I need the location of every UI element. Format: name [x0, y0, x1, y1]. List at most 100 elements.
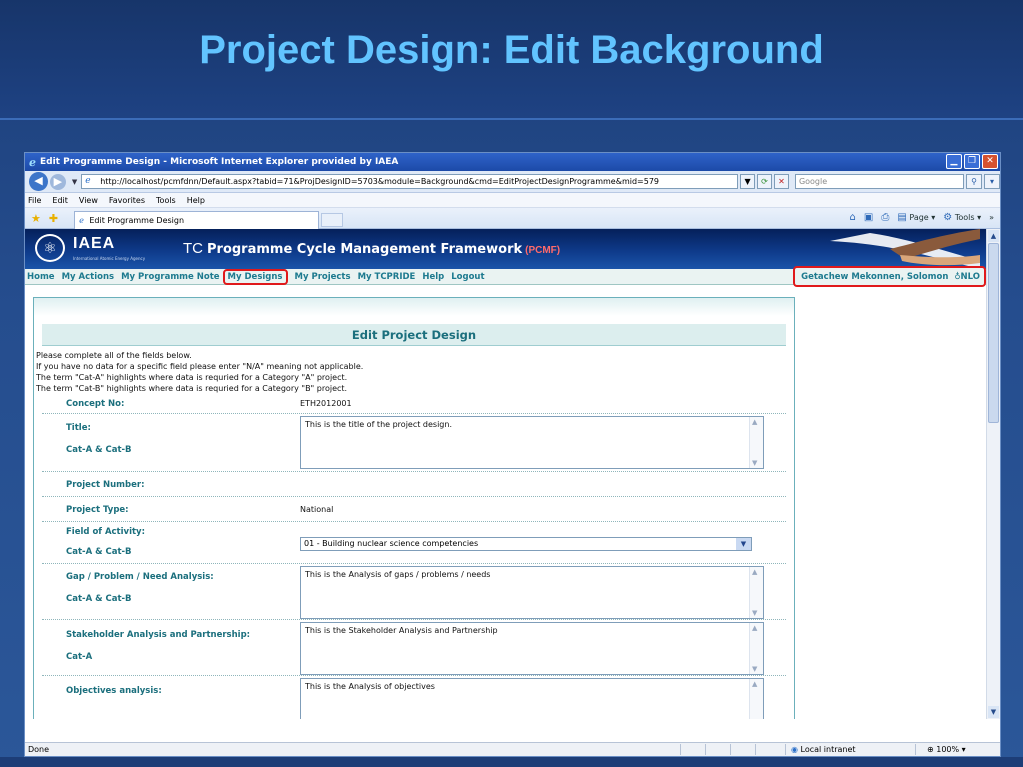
- nav-home[interactable]: Home: [27, 272, 55, 282]
- instruction-line: Please complete all of the fields below.: [36, 351, 192, 360]
- home-icon[interactable]: ⌂: [850, 212, 856, 223]
- add-favorites-icon[interactable]: ✚: [49, 212, 58, 225]
- textarea-scrollbar[interactable]: ▲▼: [749, 679, 763, 719]
- row-concept-no: Concept No: ETH2012001: [42, 394, 786, 414]
- concept-no-label: Concept No:: [66, 399, 125, 409]
- title-category: Cat-A & Cat-B: [66, 445, 132, 455]
- zoom-control[interactable]: ⊕ 100% ▾: [927, 743, 966, 756]
- concept-no-value: ETH2012001: [300, 399, 352, 408]
- page-menu-label: Page: [909, 213, 929, 222]
- field-of-activity-select[interactable]: 01 - Building nuclear science competenci…: [300, 537, 752, 551]
- row-project-number: Project Number:: [42, 472, 786, 497]
- security-zone: ◉ Local intranet: [791, 743, 856, 756]
- close-window-button[interactable]: ✕: [982, 154, 998, 169]
- history-dropdown-icon[interactable]: ▼: [72, 178, 77, 186]
- panel-top-shade: [34, 298, 794, 316]
- search-input[interactable]: Google: [794, 174, 965, 189]
- gap-analysis-value: This is the Analysis of gaps / problems …: [305, 570, 491, 579]
- field-of-activity-label: Field of Activity:: [66, 527, 145, 537]
- slide-bottom-band: [0, 757, 1023, 767]
- nav-my-actions[interactable]: My Actions: [62, 272, 115, 282]
- forward-button[interactable]: ▶: [49, 173, 66, 190]
- tab-edit-programme-design[interactable]: ℯ Edit Programme Design: [74, 210, 320, 229]
- page-scrollbar[interactable]: ▲ ▼: [986, 229, 1000, 719]
- menu-bar: File Edit View Favorites Tools Help: [25, 193, 1000, 208]
- refresh-button[interactable]: ⟳: [757, 174, 772, 189]
- textarea-scrollbar[interactable]: ▲▼: [749, 417, 763, 468]
- minimize-button[interactable]: ▁: [946, 154, 962, 169]
- globe-icon: ◉: [791, 745, 798, 754]
- nav-help[interactable]: Help: [422, 272, 444, 282]
- nav-my-designs[interactable]: My Designs: [222, 268, 288, 285]
- form-instructions: Please complete all of the fields below.…: [34, 350, 786, 394]
- search-icon[interactable]: ⚲: [966, 174, 983, 189]
- scrollbar-thumb[interactable]: [988, 243, 999, 423]
- page-menu-button[interactable]: ▤ Page ▾: [897, 212, 935, 223]
- menu-tools[interactable]: Tools: [156, 196, 176, 205]
- restore-button[interactable]: ❐: [964, 154, 980, 169]
- edit-project-design-panel: Edit Project Design Please complete all …: [33, 297, 795, 719]
- status-text: Done: [28, 745, 50, 754]
- instruction-line: The term "Cat-A" highlights where data i…: [36, 373, 348, 382]
- project-type-label: Project Type:: [66, 505, 129, 515]
- objectives-analysis-textarea[interactable]: This is the Analysis of objectives ▲▼: [300, 678, 764, 719]
- menu-favorites[interactable]: Favorites: [109, 196, 145, 205]
- favorites-star-icon[interactable]: ★: [31, 212, 41, 225]
- window-titlebar: ℯ Edit Programme Design - Microsoft Inte…: [25, 153, 1000, 171]
- page-viewport: ⚛ IAEA International Atomic Energy Agenc…: [25, 229, 1000, 719]
- address-input[interactable]: ℯ http://localhost/pcmfdnn/Default.aspx?…: [81, 174, 739, 189]
- back-button[interactable]: ◀: [29, 172, 48, 191]
- scroll-down-icon[interactable]: ▼: [988, 706, 999, 718]
- scroll-up-icon[interactable]: ▲: [988, 230, 999, 242]
- instruction-line: If you have no data for a specific field…: [36, 362, 364, 371]
- stakeholder-analysis-textarea[interactable]: This is the Stakeholder Analysis and Par…: [300, 622, 764, 675]
- nav-logout[interactable]: Logout: [451, 272, 484, 282]
- textarea-scrollbar[interactable]: ▲▼: [749, 623, 763, 674]
- stakeholder-analysis-category: Cat-A: [66, 652, 93, 662]
- new-tab-button[interactable]: [321, 213, 344, 227]
- row-gap-analysis: Gap / Problem / Need Analysis: Cat-A & C…: [42, 564, 786, 620]
- status-divider: [730, 744, 731, 755]
- feeds-icon[interactable]: ▣: [864, 212, 873, 223]
- gap-analysis-category: Cat-A & Cat-B: [66, 594, 132, 604]
- nav-my-programme-note[interactable]: My Programme Note: [121, 272, 219, 282]
- app-title-main: Programme Cycle Management Framework: [207, 242, 523, 257]
- status-divider: [680, 744, 681, 755]
- row-stakeholder-analysis: Stakeholder Analysis and Partnership: Ca…: [42, 620, 786, 676]
- stop-button[interactable]: ✕: [774, 174, 789, 189]
- title-label: Title:: [66, 423, 91, 433]
- page-icon: ℯ: [85, 176, 91, 186]
- title-textarea[interactable]: This is the title of the project design.…: [300, 416, 764, 469]
- tab-bar: ★ ✚ ℯ Edit Programme Design ⌂ ▣ ⎙ ▤ Page…: [25, 208, 1000, 229]
- current-user[interactable]: Getachew Mekonnen, Solomon ♁NLO: [793, 266, 986, 287]
- gap-analysis-textarea[interactable]: This is the Analysis of gaps / problems …: [300, 566, 764, 619]
- nav-my-projects[interactable]: My Projects: [295, 272, 351, 282]
- objectives-analysis-value: This is the Analysis of objectives: [305, 682, 435, 691]
- site-nav: Home My Actions My Programme Note My Des…: [25, 266, 1000, 287]
- command-bar: ⌂ ▣ ⎙ ▤ Page ▾ ⚙ Tools ▾ »: [850, 212, 994, 223]
- menu-view[interactable]: View: [79, 196, 98, 205]
- title-value: This is the title of the project design.: [305, 420, 452, 429]
- menu-edit[interactable]: Edit: [52, 196, 68, 205]
- row-title: Title: Cat-A & Cat-B This is the title o…: [42, 414, 786, 472]
- user-role: NLO: [960, 272, 980, 282]
- search-options-button[interactable]: ▾: [984, 174, 1000, 189]
- tab-page-icon: ℯ: [79, 215, 84, 225]
- textarea-scrollbar[interactable]: ▲▼: [749, 567, 763, 618]
- user-name: Getachew Mekonnen, Solomon: [801, 272, 949, 282]
- address-dropdown-button[interactable]: ▼: [740, 174, 756, 189]
- print-icon[interactable]: ⎙: [881, 212, 889, 223]
- menu-help[interactable]: Help: [187, 196, 205, 205]
- project-number-label: Project Number:: [66, 480, 145, 490]
- form-heading: Edit Project Design: [42, 324, 786, 346]
- toolbar-overflow-icon[interactable]: »: [989, 213, 994, 222]
- row-objectives-analysis: Objectives analysis: This is the Analysi…: [42, 676, 786, 719]
- chevron-down-icon[interactable]: ▼: [736, 538, 751, 550]
- row-project-type: Project Type: National: [42, 497, 786, 522]
- address-url: http://localhost/pcmfdnn/Default.aspx?ta…: [100, 177, 660, 186]
- stakeholder-analysis-value: This is the Stakeholder Analysis and Par…: [305, 626, 498, 635]
- window-title: Edit Programme Design - Microsoft Intern…: [40, 157, 399, 167]
- tools-menu-button[interactable]: ⚙ Tools ▾: [943, 212, 981, 223]
- menu-file[interactable]: File: [28, 196, 41, 205]
- nav-my-tcpride[interactable]: My TCPRIDE: [358, 272, 416, 282]
